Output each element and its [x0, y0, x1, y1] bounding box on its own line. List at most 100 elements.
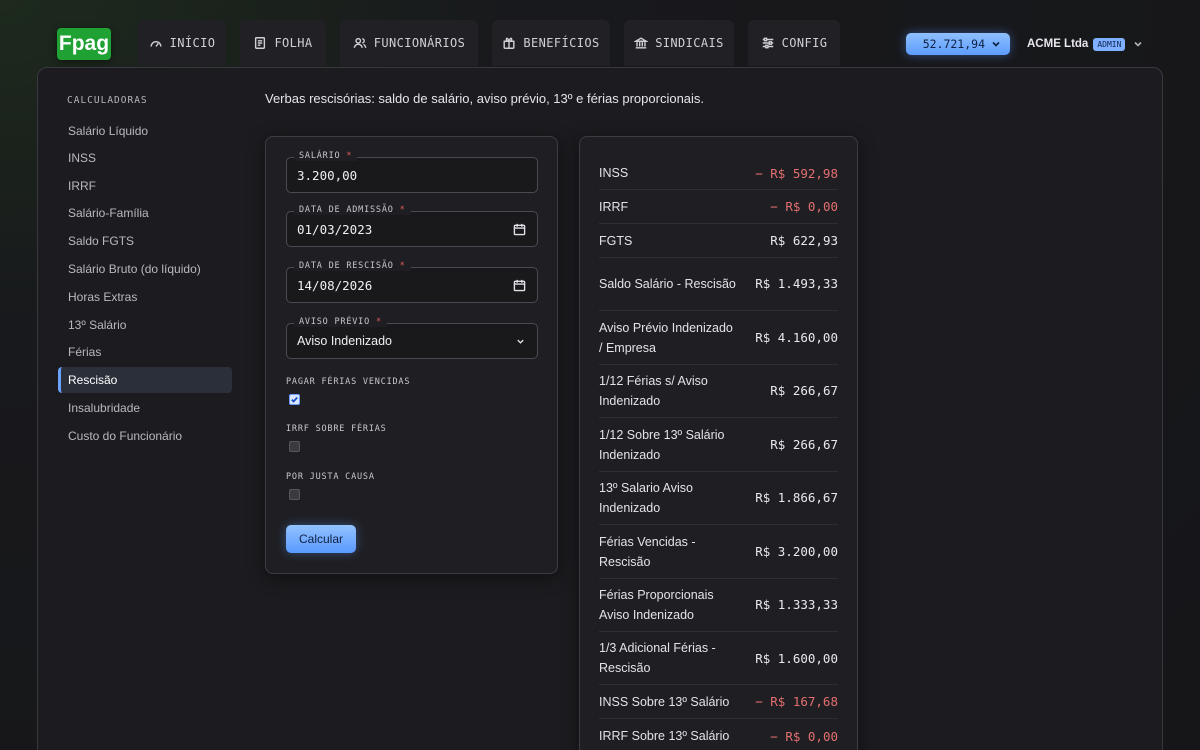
rescisao-date-input[interactable]: 14/08/2026 — [286, 267, 538, 303]
chevron-down-icon — [517, 339, 524, 344]
calcular-button[interactable]: Calcular — [286, 525, 356, 553]
chevron-down-icon — [1134, 41, 1143, 47]
sidebar-item-salario-liquido[interactable]: Salário Líquido — [58, 118, 232, 144]
ferias-vencidas-label: PAGAR FÉRIAS VENCIDAS — [286, 377, 411, 387]
company-name: ACME Ltda — [1027, 38, 1089, 50]
tab-label: INÍCIO — [169, 36, 216, 50]
gauge-icon — [150, 41, 162, 47]
result-row: IRRF − R$ 0,00 — [599, 190, 838, 224]
result-label: INSS — [599, 166, 629, 180]
page-description: Verbas rescisórias: saldo de salário, av… — [265, 91, 705, 106]
tab-sindicais[interactable]: SINDICAIS — [624, 20, 734, 66]
balance-value: 52.721,94 — [922, 37, 985, 51]
aviso-previo-select[interactable]: Aviso Indenizado — [286, 323, 538, 359]
result-value: R$ 4.160,00 — [755, 330, 838, 345]
bank-icon — [634, 37, 649, 49]
irrf-ferias-checkbox[interactable] — [289, 441, 300, 452]
sidebar-item-irrf[interactable]: IRRF — [58, 173, 232, 199]
result-value: R$ 1.600,00 — [755, 650, 838, 666]
result-value: R$ 266,67 — [770, 437, 838, 452]
result-row: 1/12 Sobre 13º Salário Indenizado R$ 266,… — [599, 418, 838, 472]
check-icon — [291, 396, 298, 403]
result-label: FGTS — [599, 233, 633, 248]
result-value: − R$ 0,00 — [770, 199, 838, 214]
aviso-value: Aviso Indenizado — [297, 334, 392, 348]
chevron-down-icon — [992, 41, 1000, 47]
users-icon — [353, 37, 367, 48]
result-label: IRRF — [599, 199, 629, 214]
tab-beneficios[interactable]: BENEFÍCIOS — [492, 20, 610, 66]
tab-label: FOLHA — [274, 36, 313, 50]
rescisao-value: 14/08/2026 — [297, 277, 373, 293]
sidebar-item-salario-familia[interactable]: Salário-Família — [58, 200, 232, 226]
salario-value: 3.200,00 — [297, 167, 358, 183]
rescisao-label: DATA DE RESCISÃO * — [294, 261, 411, 271]
result-label: Férias Proporcionais Aviso Indenizado — [599, 587, 714, 622]
tab-label: SINDICAIS — [655, 36, 724, 50]
sidebar-item-custo-funcionario[interactable]: Custo do Funcionário — [58, 423, 232, 449]
sidebar-item-ferias[interactable]: Férias — [58, 339, 232, 365]
required-mark: * — [346, 151, 353, 161]
result-label: IRRF Sobre 13º Salário — [599, 729, 730, 743]
admissao-value: 01/03/2023 — [297, 221, 373, 237]
sidebar-item-inss[interactable]: INSS — [58, 145, 232, 171]
sidebar-item-horas-extras[interactable]: Horas Extras — [58, 284, 232, 310]
sidebar-item-insalubridade[interactable]: Insalubridade — [58, 395, 232, 421]
aviso-label: AVISO PRÉVIO * — [294, 317, 387, 327]
result-value: − R$ 167,68 — [755, 694, 838, 709]
app-logo[interactable]: Fpag — [57, 28, 111, 60]
result-label: 1/12 Férias s/ Aviso Indenizado — [599, 373, 708, 408]
admissao-label: DATA DE ADMISSÃO * — [294, 205, 411, 215]
result-row: 13º Salario Aviso Indenizado R$ 1.866,67 — [599, 471, 838, 525]
required-mark: * — [375, 317, 382, 327]
result-label: 13º Salario Aviso Indenizado — [599, 480, 693, 515]
result-row: Saldo Salário - Rescisão R$ 1.493,33 — [599, 257, 838, 311]
sidebar-item-rescisao[interactable]: Rescisão — [58, 367, 232, 393]
tab-label: CONFIG — [781, 36, 828, 50]
sidebar-item-13-salario[interactable]: 13º Salário — [58, 312, 232, 338]
company-menu[interactable]: ACME Ltda ADMIN — [1027, 36, 1143, 52]
irrf-ferias-label: IRRF SOBRE FÉRIAS — [286, 424, 387, 434]
result-row: Férias Vencidas - Rescisão R$ 3.200,00 — [599, 525, 838, 579]
result-value: R$ 1.866,67 — [755, 490, 838, 505]
tab-inicio[interactable]: INÍCIO — [138, 20, 226, 66]
result-value: − R$ 0,00 — [770, 728, 838, 744]
ferias-vencidas-checkbox[interactable] — [289, 394, 300, 405]
top-navigation: Fpag INÍCIO FOLHA FUNCIONÁRIOS BENEFÍCIO… — [0, 0, 1200, 68]
result-label: Saldo Salário - Rescisão — [599, 276, 736, 291]
result-label: INSS Sobre 13º Salário — [599, 694, 730, 709]
result-row: INSS − R$ 592,98 — [599, 157, 838, 190]
sidebar-heading: CALCULADORAS — [67, 95, 148, 106]
calendar-icon[interactable] — [513, 279, 526, 292]
tab-config[interactable]: CONFIG — [748, 20, 840, 66]
justa-causa-checkbox[interactable] — [289, 489, 300, 500]
result-label: Férias Vencidas - Rescisão — [599, 534, 696, 569]
result-value: R$ 1.493,33 — [755, 276, 838, 291]
admissao-date-input[interactable]: 01/03/2023 — [286, 211, 538, 247]
result-row: INSS Sobre 13º Salário − R$ 167,68 — [599, 685, 838, 719]
gift-icon — [503, 37, 515, 49]
result-row: IRRF Sobre 13º Salário − R$ 0,00 — [599, 719, 838, 750]
result-row: FGTS R$ 622,93 — [599, 224, 838, 258]
result-row: 1/3 Adicional Férias - Rescisão R$ 1.600,… — [599, 632, 838, 685]
tab-label: FUNCIONÁRIOS — [373, 36, 466, 50]
tab-label: BENEFÍCIOS — [523, 36, 600, 50]
result-value: R$ 1.333,33 — [755, 597, 838, 612]
sidebar-item-saldo-fgts[interactable]: Saldo FGTS — [58, 228, 232, 254]
document-icon — [255, 37, 266, 49]
salario-input[interactable]: 3.200,00 — [286, 157, 538, 193]
result-row: Férias Proporcionais Aviso Indenizado R$ … — [599, 578, 838, 632]
result-row: 1/12 Férias s/ Aviso Indenizado R$ 266,67 — [599, 364, 838, 418]
result-value: − R$ 592,98 — [755, 165, 838, 181]
result-value: R$ 622,93 — [770, 233, 838, 248]
required-mark: * — [399, 205, 406, 215]
sidebar-item-salario-bruto[interactable]: Salário Bruto (do líquido) — [58, 256, 232, 282]
result-label: 1/12 Sobre 13º Salário Indenizado — [599, 427, 725, 462]
balance-dropdown[interactable]: 52.721,94 — [906, 33, 1010, 55]
calendar-icon[interactable] — [513, 223, 526, 236]
sliders-icon — [762, 37, 773, 49]
role-badge: ADMIN — [1093, 37, 1126, 51]
result-label: Aviso Prévio Indenizado / Empresa — [599, 320, 733, 355]
tab-funcionarios[interactable]: FUNCIONÁRIOS — [340, 20, 478, 66]
tab-folha[interactable]: FOLHA — [240, 20, 326, 66]
